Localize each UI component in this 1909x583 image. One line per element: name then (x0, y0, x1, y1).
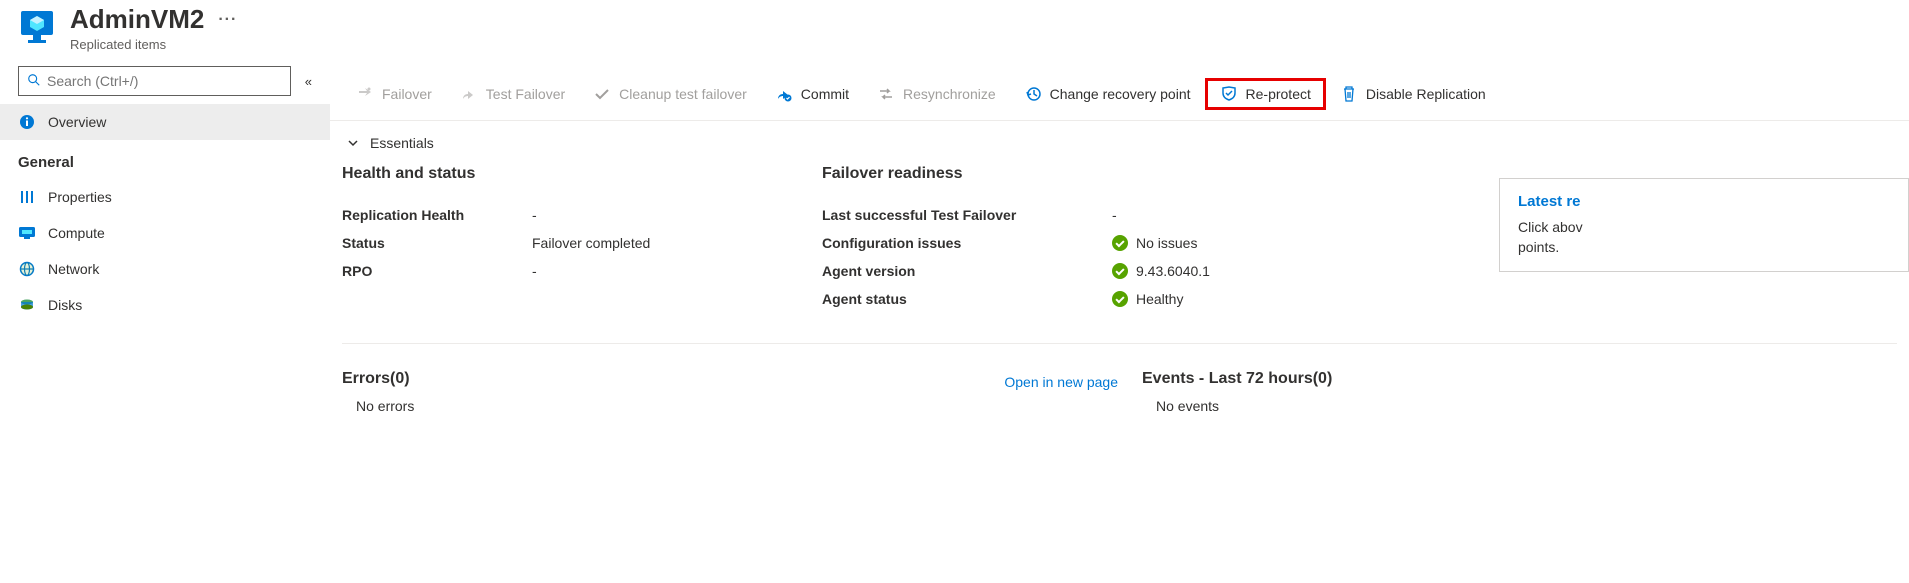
last-test-failover-value: - (1112, 207, 1117, 223)
properties-icon (18, 188, 36, 206)
agent-status-text: Healthy (1136, 291, 1183, 307)
last-test-failover-label: Last successful Test Failover (822, 207, 1112, 223)
tb-label: Change recovery point (1050, 86, 1191, 102)
nav-label: Network (48, 261, 99, 277)
config-issues-text: No issues (1136, 235, 1197, 251)
status-label: Status (342, 235, 532, 251)
essentials-toggle[interactable]: Essentials (342, 125, 1897, 165)
history-icon (1024, 85, 1042, 103)
tb-label: Resynchronize (903, 86, 996, 102)
test-failover-button: Test Failover (446, 79, 579, 109)
config-issues-label: Configuration issues (822, 235, 1112, 251)
card-body-text: Click abov points. (1518, 218, 1890, 257)
tb-label: Re-protect (1246, 86, 1311, 102)
essentials-label: Essentials (370, 135, 434, 151)
search-icon (27, 73, 41, 90)
agent-status-value: Healthy (1112, 291, 1183, 307)
more-actions-button[interactable]: ··· (218, 11, 237, 29)
nav-label: Properties (48, 189, 112, 205)
agent-version-text: 9.43.6040.1 (1136, 263, 1210, 279)
disable-replication-button[interactable]: Disable Replication (1326, 79, 1500, 109)
cleanup-test-failover-button: Cleanup test failover (579, 79, 761, 109)
success-icon (1112, 291, 1128, 307)
test-failover-icon (460, 85, 478, 103)
events-text: No events (1142, 398, 1542, 414)
trash-icon (1340, 85, 1358, 103)
nav-network[interactable]: Network (0, 251, 330, 287)
search-box[interactable] (18, 66, 291, 96)
vm-icon (18, 8, 56, 46)
open-in-new-page-link[interactable]: Open in new page (1004, 374, 1118, 390)
page-subtitle: Replicated items (70, 37, 330, 52)
commit-icon (775, 85, 793, 103)
cleanup-icon (593, 85, 611, 103)
failover-readiness-title: Failover readiness (822, 165, 1302, 183)
compute-icon (18, 224, 36, 242)
health-status-title: Health and status (342, 165, 822, 183)
nav-overview[interactable]: Overview (0, 104, 330, 140)
tb-label: Commit (801, 86, 849, 102)
status-value: Failover completed (532, 235, 650, 251)
re-protect-button[interactable]: Re-protect (1205, 78, 1326, 110)
resynchronize-button: Resynchronize (863, 79, 1010, 109)
nav-label: Compute (48, 225, 105, 241)
nav-properties[interactable]: Properties (0, 179, 330, 215)
replication-health-value: - (532, 207, 537, 223)
errors-title: Errors(0) (342, 370, 742, 388)
latest-recovery-link[interactable]: Latest re (1518, 193, 1890, 210)
rpo-label: RPO (342, 263, 532, 279)
agent-version-value: 9.43.6040.1 (1112, 263, 1210, 279)
failover-button: Failover (342, 79, 446, 109)
success-icon (1112, 235, 1128, 251)
tb-label: Test Failover (486, 86, 565, 102)
errors-text: No errors (342, 398, 742, 414)
agent-status-label: Agent status (822, 291, 1112, 307)
events-title: Events - Last 72 hours(0) (1142, 370, 1542, 388)
info-icon (18, 113, 36, 131)
disks-icon (18, 296, 36, 314)
tb-label: Cleanup test failover (619, 86, 747, 102)
page-title: AdminVM2 (70, 4, 204, 35)
success-icon (1112, 263, 1128, 279)
network-icon (18, 260, 36, 278)
reprotect-icon (1220, 85, 1238, 103)
nav-label: Overview (48, 114, 106, 130)
section-general: General (0, 140, 330, 179)
recovery-points-card: Latest re Click abov points. (1499, 178, 1909, 272)
tb-label: Failover (382, 86, 432, 102)
tb-label: Disable Replication (1366, 86, 1486, 102)
commit-button[interactable]: Commit (761, 79, 863, 109)
nav-disks[interactable]: Disks (0, 287, 330, 323)
nav-compute[interactable]: Compute (0, 215, 330, 251)
failover-icon (356, 85, 374, 103)
search-input[interactable] (47, 73, 282, 89)
config-issues-value: No issues (1112, 235, 1197, 251)
resync-icon (877, 85, 895, 103)
nav-label: Disks (48, 297, 82, 313)
change-recovery-point-button[interactable]: Change recovery point (1010, 79, 1205, 109)
rpo-value: - (532, 263, 537, 279)
collapse-sidebar-button[interactable]: « (301, 70, 316, 93)
chevron-down-icon (346, 136, 360, 150)
toolbar: Failover Test Failover Cleanup test fail… (330, 70, 1909, 121)
agent-version-label: Agent version (822, 263, 1112, 279)
replication-health-label: Replication Health (342, 207, 532, 223)
